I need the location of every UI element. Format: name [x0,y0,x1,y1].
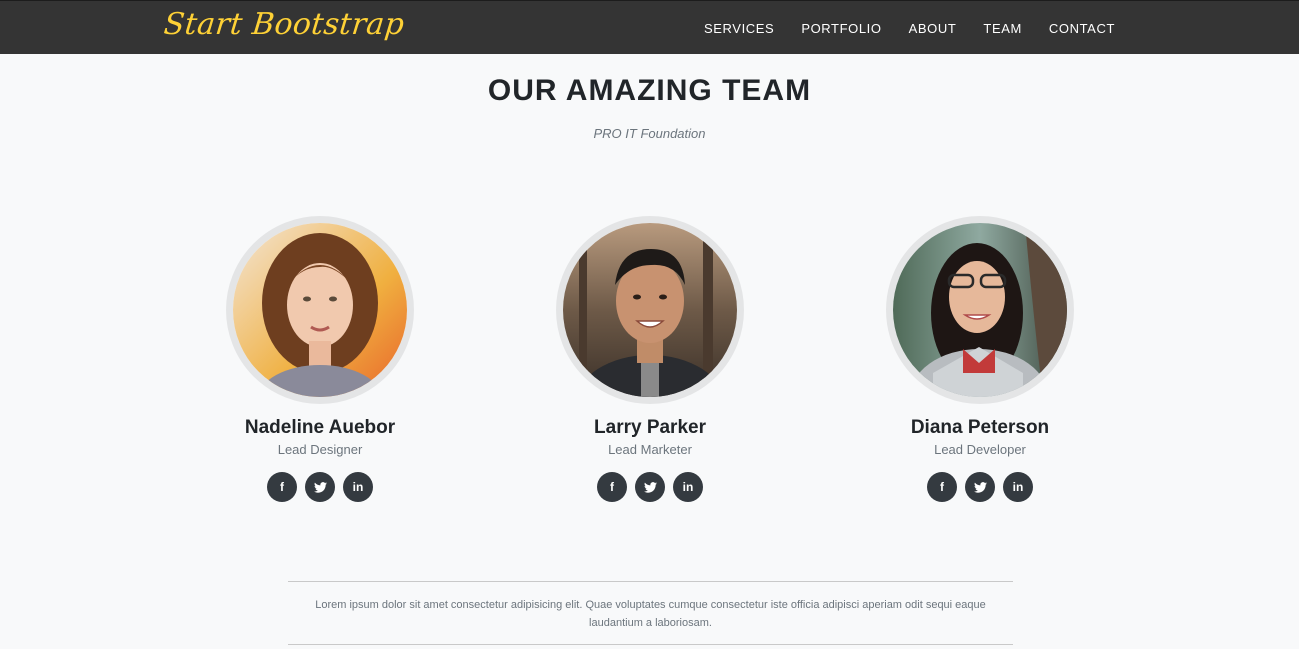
team-member: Nadeline Auebor Lead Designer f in [190,216,450,502]
brand-logo[interactable]: Start Bootstrap [162,5,406,45]
nav-link-about[interactable]: ABOUT [909,21,957,36]
social-links: f in [190,472,450,502]
section-heading: OUR AMAZING TEAM [487,74,812,107]
team-member: Larry Parker Lead Marketer f in [520,216,780,502]
social-links: f in [850,472,1110,502]
avatar [886,216,1074,404]
member-name: Nadeline Auebor [244,417,396,438]
facebook-icon[interactable]: f [267,472,297,502]
member-role: Lead Marketer [608,442,692,457]
section-subheading: PRO IT Foundation [593,126,706,141]
nav-link-portfolio[interactable]: PORTFOLIO [801,21,881,36]
facebook-icon[interactable]: f [927,472,957,502]
member-role: Lead Designer [277,442,363,457]
avatar [226,216,414,404]
member-name: Larry Parker [594,417,706,438]
linkedin-icon[interactable]: in [1003,472,1033,502]
team-member: Diana Peterson Lead Developer f in [850,216,1110,502]
twitter-icon[interactable] [965,472,995,502]
nav-link-team[interactable]: TEAM [983,21,1022,36]
twitter-icon[interactable] [305,472,335,502]
avatar-photo [893,223,1067,397]
member-name: Diana Peterson [910,417,1050,438]
nav-links: SERVICES PORTFOLIO ABOUT TEAM CONTACT [677,1,1115,55]
member-role: Lead Developer [934,442,1026,457]
social-links: f in [520,472,780,502]
avatar-photo [563,223,737,397]
linkedin-icon[interactable]: in [343,472,373,502]
linkedin-icon[interactable]: in [673,472,703,502]
nav-link-contact[interactable]: CONTACT [1049,21,1115,36]
avatar [556,216,744,404]
nav-link-services[interactable]: SERVICES [704,21,774,36]
avatar-photo [233,223,407,397]
navbar: Start Bootstrap SERVICES PORTFOLIO ABOUT… [0,0,1299,54]
twitter-icon[interactable] [635,472,665,502]
footer-text: Lorem ipsum dolor sit amet consectetur a… [288,581,1013,645]
facebook-icon[interactable]: f [597,472,627,502]
